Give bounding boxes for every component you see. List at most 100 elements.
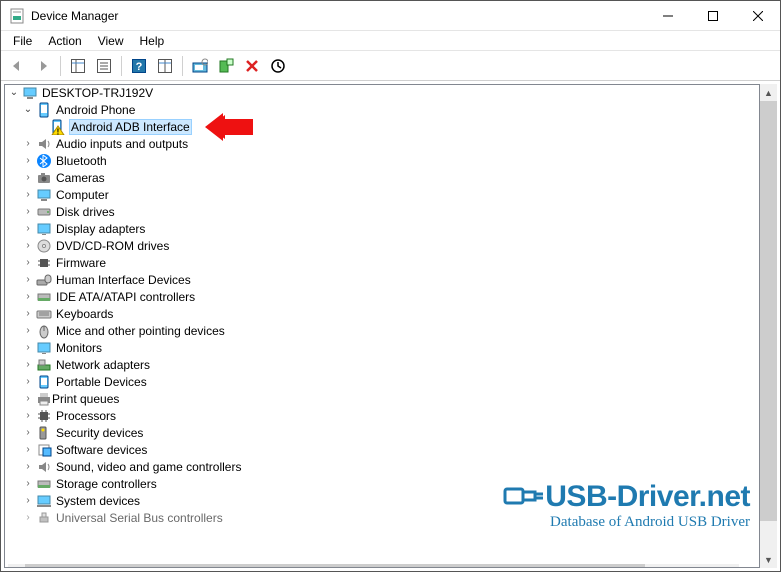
tree-category-hid[interactable]: › Human Interface Devices bbox=[5, 271, 759, 288]
tree-category-portable[interactable]: ›Portable Devices bbox=[5, 373, 759, 390]
keyboard-icon bbox=[36, 306, 52, 322]
expand-icon[interactable]: › bbox=[21, 188, 35, 202]
tree-category-processors[interactable]: ›Processors bbox=[5, 407, 759, 424]
bluetooth-icon bbox=[36, 153, 52, 169]
disable-button[interactable] bbox=[266, 54, 290, 78]
tree-category-storage[interactable]: ›Storage controllers bbox=[5, 475, 759, 492]
title-bar: Device Manager bbox=[1, 1, 780, 31]
update-driver-button[interactable] bbox=[214, 54, 238, 78]
forward-button[interactable] bbox=[31, 54, 55, 78]
tree-root[interactable]: ⌄ DESKTOP-TRJ192V bbox=[5, 84, 759, 101]
tree-category-dvd[interactable]: › DVD/CD-ROM drives bbox=[5, 237, 759, 254]
expand-icon[interactable]: › bbox=[21, 443, 35, 457]
menu-help[interactable]: Help bbox=[132, 32, 173, 50]
tree-category-software[interactable]: ›Software devices bbox=[5, 441, 759, 458]
device-tree[interactable]: ⌄ DESKTOP-TRJ192V ⌄ Android Phone ! Andr… bbox=[4, 84, 760, 568]
tree-category-ide[interactable]: ›IDE ATA/ATAPI controllers bbox=[5, 288, 759, 305]
scroll-up-button[interactable]: ▲ bbox=[760, 84, 777, 101]
expand-icon[interactable]: › bbox=[21, 477, 35, 491]
menu-view[interactable]: View bbox=[90, 32, 132, 50]
expand-icon[interactable]: › bbox=[21, 307, 35, 321]
expand-icon[interactable]: › bbox=[21, 154, 35, 168]
tree-label: Audio inputs and outputs bbox=[56, 137, 188, 151]
tree-category-system[interactable]: ›System devices bbox=[5, 492, 759, 509]
tree-category-usb[interactable]: › Universal Serial Bus controllers bbox=[5, 509, 759, 526]
expand-icon[interactable]: ⌄ bbox=[21, 103, 35, 117]
tree-category-network[interactable]: ›Network adapters bbox=[5, 356, 759, 373]
expand-icon[interactable]: › bbox=[21, 273, 35, 287]
tree-category-computer[interactable]: ›Computer bbox=[5, 186, 759, 203]
tree-category-disk[interactable]: ›Disk drives bbox=[5, 203, 759, 220]
tree-category-monitors[interactable]: ›Monitors bbox=[5, 339, 759, 356]
menu-file[interactable]: File bbox=[5, 32, 40, 50]
expand-icon[interactable]: › bbox=[21, 511, 35, 525]
expand-icon[interactable]: › bbox=[21, 171, 35, 185]
tree-label-selected: Android ADB Interface bbox=[69, 119, 192, 135]
tree-category-cameras[interactable]: › Cameras bbox=[5, 169, 759, 186]
network-icon bbox=[36, 357, 52, 373]
window-title: Device Manager bbox=[31, 9, 645, 23]
scroll-down-button[interactable]: ▼ bbox=[760, 551, 777, 568]
tree-label: Cameras bbox=[56, 171, 105, 185]
tree-category-audio[interactable]: › Audio inputs and outputs bbox=[5, 135, 759, 152]
expand-icon[interactable]: › bbox=[21, 239, 35, 253]
tree-category-sound[interactable]: ›Sound, video and game controllers bbox=[5, 458, 759, 475]
expand-icon[interactable]: › bbox=[21, 341, 35, 355]
expand-icon[interactable]: › bbox=[21, 392, 35, 406]
tree-item-adb-interface[interactable]: ! Android ADB Interface bbox=[5, 118, 759, 135]
expand-icon[interactable]: › bbox=[21, 460, 35, 474]
tree-label: Keyboards bbox=[56, 307, 113, 321]
scrollbar-thumb[interactable] bbox=[760, 101, 777, 521]
display-icon bbox=[36, 221, 52, 237]
content-area: ⌄ DESKTOP-TRJ192V ⌄ Android Phone ! Andr… bbox=[1, 81, 780, 571]
tree-label: Universal Serial Bus controllers bbox=[56, 511, 223, 525]
expand-icon[interactable]: › bbox=[21, 358, 35, 372]
tree-category-android-phone[interactable]: ⌄ Android Phone bbox=[5, 101, 759, 118]
computer-icon bbox=[36, 187, 52, 203]
expand-icon[interactable]: › bbox=[21, 324, 35, 338]
tree-category-security[interactable]: ›Security devices bbox=[5, 424, 759, 441]
expand-icon[interactable]: › bbox=[21, 137, 35, 151]
toolbar-button[interactable] bbox=[153, 54, 177, 78]
tree-category-keyboards[interactable]: › Keyboards bbox=[5, 305, 759, 322]
usb-icon bbox=[36, 510, 52, 526]
tree-label: Human Interface Devices bbox=[56, 273, 191, 287]
help-button[interactable]: ? bbox=[127, 54, 151, 78]
horizontal-scrollbar[interactable] bbox=[8, 564, 739, 568]
expand-icon[interactable]: › bbox=[21, 205, 35, 219]
expand-icon[interactable]: ⌄ bbox=[7, 86, 21, 100]
properties-button[interactable] bbox=[92, 54, 116, 78]
tree-label: Bluetooth bbox=[56, 154, 107, 168]
scan-hardware-button[interactable] bbox=[188, 54, 212, 78]
minimize-button[interactable] bbox=[645, 1, 690, 31]
tree-category-firmware[interactable]: ›Firmware bbox=[5, 254, 759, 271]
expand-icon[interactable]: › bbox=[21, 290, 35, 304]
tree-category-bluetooth[interactable]: › Bluetooth bbox=[5, 152, 759, 169]
tree-category-printq[interactable]: ›Print queues bbox=[5, 390, 759, 407]
tree-category-mice[interactable]: › Mice and other pointing devices bbox=[5, 322, 759, 339]
back-button[interactable] bbox=[5, 54, 29, 78]
close-button[interactable] bbox=[735, 1, 780, 31]
menu-action[interactable]: Action bbox=[40, 32, 89, 50]
sound-icon bbox=[36, 459, 52, 475]
printer-icon bbox=[36, 391, 52, 407]
expand-icon[interactable]: › bbox=[21, 494, 35, 508]
disk-icon bbox=[36, 204, 52, 220]
expand-icon[interactable]: › bbox=[21, 375, 35, 389]
app-icon bbox=[9, 8, 25, 24]
tree-label: DVD/CD-ROM drives bbox=[56, 239, 169, 253]
uninstall-button[interactable] bbox=[240, 54, 264, 78]
expand-icon[interactable]: › bbox=[21, 222, 35, 236]
expand-icon[interactable]: › bbox=[21, 409, 35, 423]
tree-label: Mice and other pointing devices bbox=[56, 324, 225, 338]
security-icon bbox=[36, 425, 52, 441]
expand-icon[interactable]: › bbox=[21, 426, 35, 440]
vertical-scrollbar[interactable]: ▲ ▼ bbox=[760, 84, 777, 568]
scrollbar-thumb[interactable] bbox=[25, 564, 645, 568]
tree-category-display[interactable]: ›Display adapters bbox=[5, 220, 759, 237]
show-hide-tree-button[interactable] bbox=[66, 54, 90, 78]
cpu-icon bbox=[36, 408, 52, 424]
maximize-button[interactable] bbox=[690, 1, 735, 31]
expand-icon[interactable]: › bbox=[21, 256, 35, 270]
portable-icon bbox=[36, 374, 52, 390]
